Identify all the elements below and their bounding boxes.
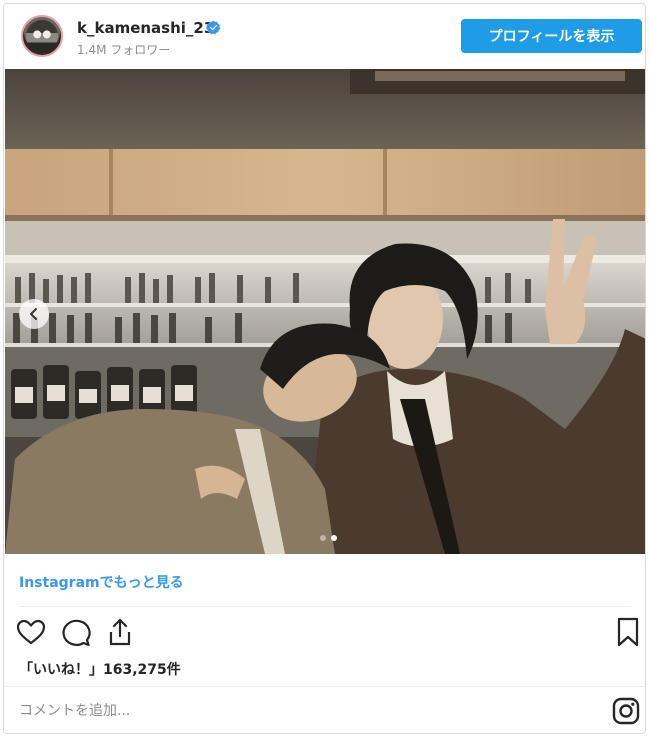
instagram-embed-card: k_kamenashi_23 1.4M フォロワー プロフィールを表示 Inst… bbox=[3, 3, 646, 734]
post-photo[interactable] bbox=[5, 69, 645, 554]
comment-bar bbox=[4, 686, 645, 733]
verified-badge-icon bbox=[206, 20, 221, 35]
comment-input[interactable] bbox=[19, 700, 579, 722]
share-icon[interactable] bbox=[104, 616, 136, 648]
bookmark-icon[interactable] bbox=[612, 616, 644, 648]
instagram-logo-icon[interactable] bbox=[612, 697, 640, 725]
view-profile-button[interactable]: プロフィールを表示 bbox=[461, 19, 642, 53]
post-header: k_kamenashi_23 1.4M フォロワー プロフィールを表示 bbox=[4, 4, 645, 68]
divider bbox=[19, 606, 630, 607]
like-count: 「いいね！」163,275件 bbox=[19, 662, 181, 678]
carousel-indicator bbox=[320, 535, 337, 541]
follower-count: 1.4M フォロワー bbox=[77, 43, 171, 57]
username[interactable]: k_kamenashi_23 bbox=[77, 19, 214, 37]
avatar[interactable] bbox=[21, 15, 63, 57]
chevron-left-icon bbox=[30, 308, 37, 320]
carousel-prev-button[interactable] bbox=[19, 299, 49, 329]
heart-icon[interactable] bbox=[15, 616, 47, 648]
view-more-on-instagram-link[interactable]: Instagramでもっと見る bbox=[19, 572, 184, 592]
carousel-dot-active bbox=[331, 535, 337, 541]
carousel-dot bbox=[320, 535, 326, 541]
comment-icon[interactable] bbox=[60, 616, 92, 648]
photo-illustration bbox=[5, 69, 645, 554]
